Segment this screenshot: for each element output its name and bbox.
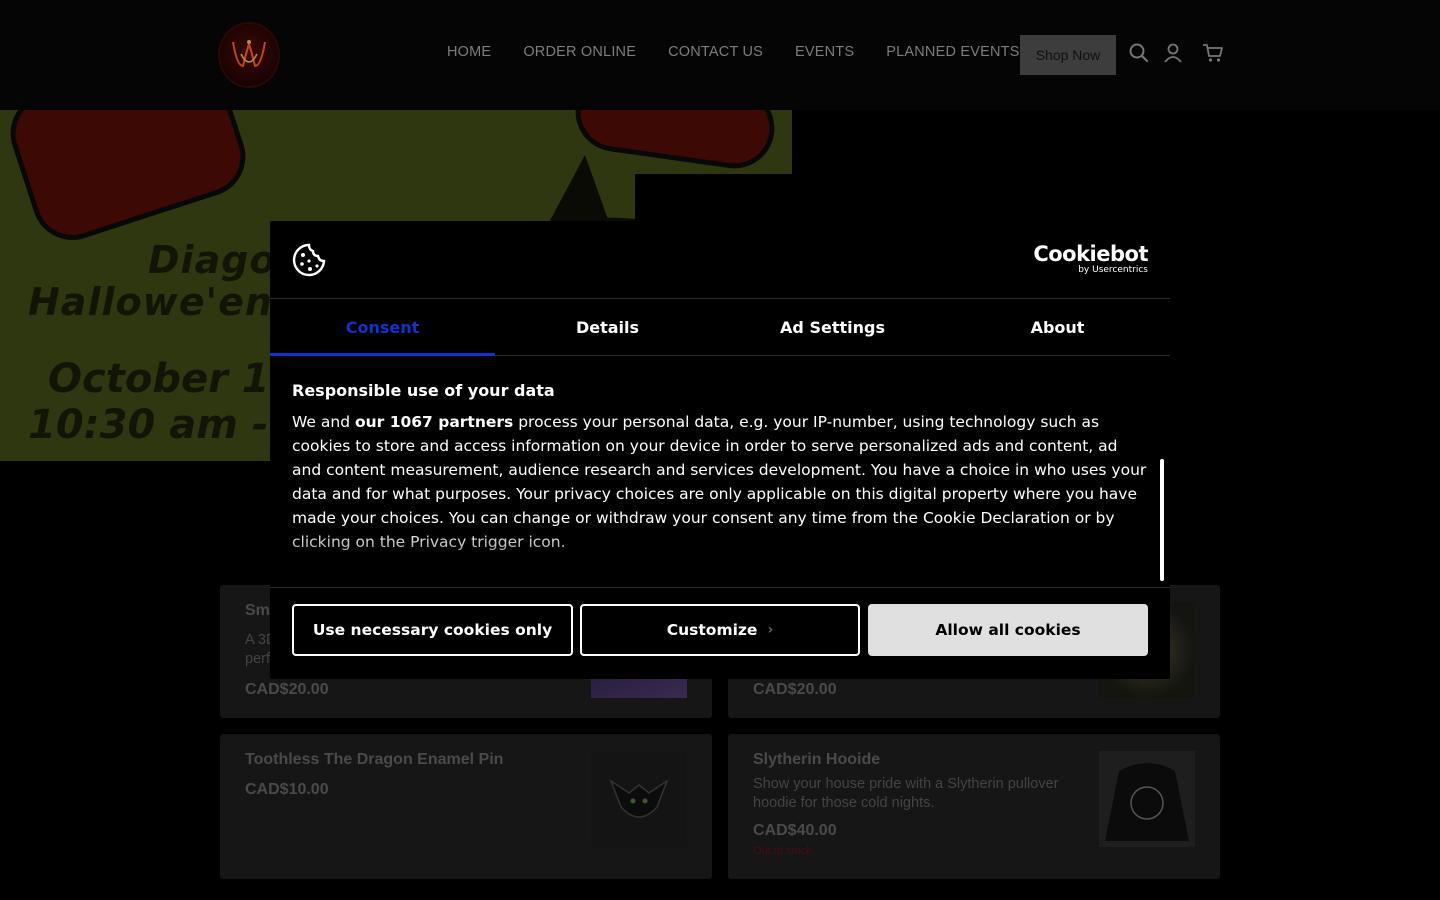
- necessary-cookies-button[interactable]: Use necessary cookies only: [292, 604, 573, 656]
- customize-button[interactable]: Customize ›: [580, 604, 860, 656]
- tab-about[interactable]: About: [945, 299, 1170, 355]
- chevron-right-icon: ›: [767, 622, 774, 638]
- dialog-header: Cookiebot by Usercentrics: [270, 221, 1170, 299]
- tab-details[interactable]: Details: [495, 299, 720, 355]
- scroll-fade: [270, 527, 1150, 587]
- tab-consent[interactable]: Consent: [270, 299, 495, 356]
- dialog-body[interactable]: Responsible use of your data We and our …: [270, 357, 1170, 587]
- cookie-icon: [292, 243, 326, 277]
- consent-heading: Responsible use of your data: [292, 381, 555, 400]
- scrollbar-thumb[interactable]: [1160, 459, 1164, 581]
- partners-link[interactable]: our 1067 partners: [355, 413, 513, 431]
- allow-all-cookies-button[interactable]: Allow all cookies: [868, 604, 1148, 656]
- cookiebot-logo[interactable]: Cookiebot by Usercentrics: [1033, 243, 1148, 276]
- tab-ad-settings[interactable]: Ad Settings: [720, 299, 945, 355]
- dialog-tabs: Consent Details Ad Settings About: [270, 299, 1170, 356]
- dialog-footer: Use necessary cookies only Customize › Al…: [270, 587, 1170, 679]
- cookie-consent-dialog: Cookiebot by Usercentrics Consent Detail…: [270, 221, 1170, 679]
